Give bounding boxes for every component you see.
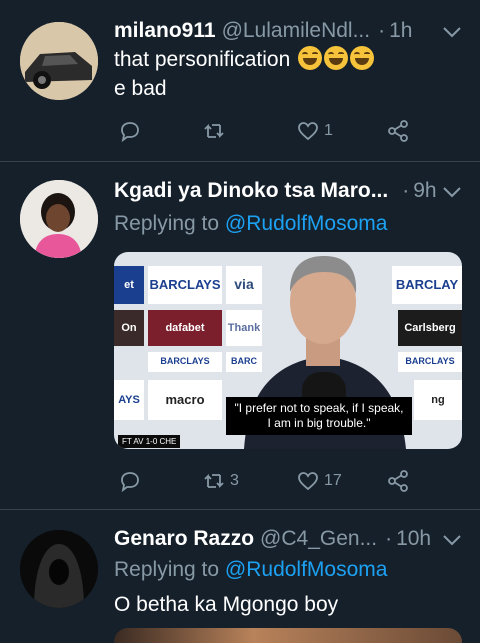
like-button[interactable]: 17 [296, 467, 342, 495]
user-handle[interactable]: @C4_Gen... [260, 527, 377, 551]
share-icon [388, 120, 408, 142]
like-icon [298, 472, 318, 491]
sponsor-board: ng [414, 380, 462, 420]
replying-to: Replying to @RudolfMosoma [114, 558, 387, 582]
like-icon [298, 122, 318, 141]
sponsor-board: On [114, 310, 144, 346]
avatar[interactable] [20, 530, 98, 608]
chevron-down-icon[interactable] [440, 20, 464, 44]
separator-dot: · [385, 527, 393, 550]
tweet-2[interactable]: Kgadi ya Dinoko tsa Maro... · 9h Replyin… [0, 162, 480, 510]
tweet-1[interactable]: milano911 @LulamileNdl... · 1h that pers… [0, 0, 480, 162]
sponsor-board: AYS [114, 380, 144, 420]
share-icon [388, 470, 408, 492]
separator-dot: · [402, 179, 410, 202]
sponsor-board: macro [148, 380, 222, 420]
retweet-count: 3 [230, 472, 239, 489]
tweet-text: that personification e bad [114, 45, 464, 103]
reply-button[interactable] [118, 117, 146, 145]
chevron-down-icon[interactable] [440, 180, 464, 204]
hooded-figure-photo [20, 530, 98, 608]
profile-photo [20, 180, 98, 258]
like-button[interactable]: 1 [296, 117, 333, 145]
video-caption: "I prefer not to speak, if I speak, I am… [226, 397, 412, 435]
sponsor-board: BARCLAYS [148, 266, 222, 304]
timestamp[interactable]: 10h [396, 527, 431, 551]
share-button[interactable] [386, 117, 410, 145]
mention-link[interactable]: @RudolfMosoma [225, 558, 388, 581]
retweet-button[interactable]: 3 [202, 467, 239, 495]
share-button[interactable] [386, 467, 410, 495]
timestamp[interactable]: 1h [389, 19, 412, 43]
avatar[interactable] [20, 180, 98, 258]
replying-to-label: Replying to [114, 212, 220, 235]
replying-to-label: Replying to [114, 558, 220, 581]
tweet-header: Genaro Razzo @C4_Gen... · 10h [114, 524, 464, 554]
sponsor-board: BARCLAYS [148, 352, 222, 372]
retweet-button[interactable] [202, 117, 230, 145]
like-count: 17 [324, 472, 342, 489]
tweet-3[interactable]: Genaro Razzo @C4_Gen... · 10h Replying t… [0, 510, 480, 643]
reply-icon [121, 122, 139, 143]
score-overlay: FT AV 1-0 CHE [118, 435, 181, 448]
tweet-text-line: e bad [114, 77, 167, 100]
reply-icon [121, 472, 139, 493]
tears-of-joy-emoji-icon [324, 46, 349, 70]
display-name[interactable]: Genaro Razzo [114, 527, 254, 551]
sponsor-board: dafabet [148, 310, 222, 346]
action-bar: 1 [114, 117, 414, 145]
tweet-header: Kgadi ya Dinoko tsa Maro... · 9h [114, 176, 464, 206]
tweet-text-line: that personification [114, 48, 291, 71]
like-count: 1 [324, 122, 333, 139]
action-bar: 3 17 [114, 467, 414, 495]
user-handle[interactable]: @LulamileNdl... [222, 19, 371, 43]
sponsor-board: et [114, 266, 144, 304]
tears-of-joy-emoji-icon [298, 46, 323, 70]
display-name[interactable]: Kgadi ya Dinoko tsa Maro... [114, 179, 388, 203]
replying-to: Replying to @RudolfMosoma [114, 212, 387, 236]
tweet-header: milano911 @LulamileNdl... · 1h [114, 16, 464, 46]
tweet-media-image-partial[interactable] [114, 628, 462, 643]
timestamp[interactable]: 9h [413, 179, 436, 203]
separator-dot: · [378, 19, 386, 42]
retweet-icon [204, 123, 224, 139]
tears-of-joy-emoji-icon [350, 46, 375, 70]
chevron-down-icon[interactable] [440, 528, 464, 552]
display-name[interactable]: milano911 [114, 19, 216, 43]
tweet-media-image[interactable]: et BARCLAYS via BARCLAY On dafabet Thank… [114, 252, 462, 449]
retweet-icon [204, 473, 224, 489]
reply-button[interactable] [118, 467, 146, 495]
tweet-text: O betha ka Mgongo boy [114, 593, 339, 616]
car-image [20, 22, 98, 100]
mention-link[interactable]: @RudolfMosoma [225, 212, 388, 235]
avatar[interactable] [20, 22, 98, 100]
